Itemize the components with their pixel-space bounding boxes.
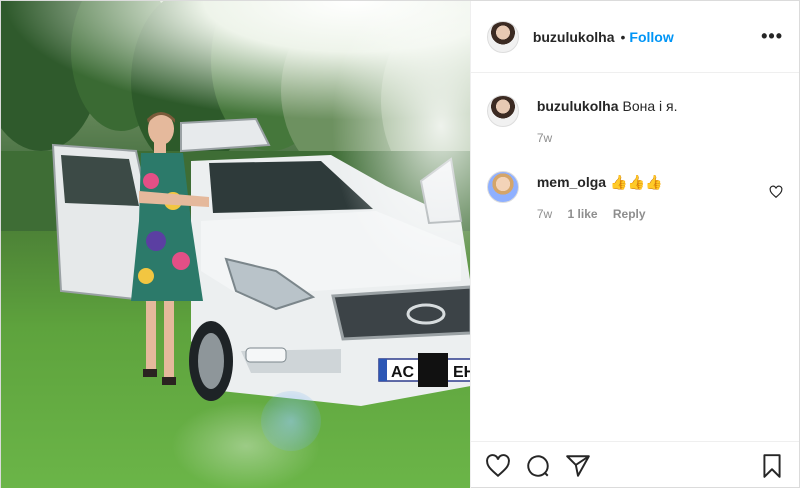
plate-censor-block bbox=[418, 353, 448, 387]
caption-time[interactable]: 7w bbox=[537, 131, 552, 145]
sun-glare bbox=[331, 1, 470, 291]
caption-text: Вона і я. bbox=[622, 98, 678, 114]
caption-username[interactable]: buzulukolha bbox=[537, 98, 619, 114]
person-image bbox=[131, 112, 209, 385]
comment-time[interactable]: 7w bbox=[537, 207, 552, 221]
post-photo[interactable]: AC EH bbox=[1, 1, 470, 488]
instagram-post: AC EH buzulukolha • Follow ••• buzulukol… bbox=[0, 0, 800, 488]
comment-icon[interactable] bbox=[525, 453, 551, 479]
comment-heart-icon[interactable] bbox=[769, 185, 783, 199]
plate-left-text: AC bbox=[391, 364, 415, 381]
comment-text: 👍👍👍 bbox=[610, 174, 663, 190]
author-username[interactable]: buzulukolha bbox=[533, 29, 615, 45]
caption: buzulukolha Вона і я. 7w bbox=[486, 89, 783, 147]
post-header: buzulukolha • Follow ••• bbox=[470, 1, 799, 73]
comments-section: buzulukolha Вона і я. 7w mem_olga 👍👍👍 7w 1… bbox=[471, 73, 799, 441]
avatar[interactable] bbox=[486, 20, 519, 53]
comment-username[interactable]: mem_olga bbox=[537, 174, 606, 190]
lens-flare bbox=[261, 391, 321, 451]
avatar[interactable] bbox=[486, 95, 519, 127]
more-options-icon[interactable]: ••• bbox=[761, 26, 783, 47]
header-separator: • bbox=[620, 28, 626, 45]
follow-button[interactable]: Follow bbox=[629, 29, 673, 45]
post-side-panel: buzulukolha • Follow ••• buzulukolha Вона… bbox=[469, 1, 799, 488]
heart-icon[interactable] bbox=[485, 453, 511, 479]
list-item: mem_olga 👍👍👍 7w 1 like Reply bbox=[486, 165, 783, 223]
plate-right-text: EH bbox=[453, 364, 470, 381]
bookmark-icon[interactable] bbox=[759, 453, 785, 479]
reply-button[interactable]: Reply bbox=[613, 207, 646, 221]
share-icon[interactable] bbox=[565, 453, 591, 479]
comment-likes[interactable]: 1 like bbox=[568, 207, 598, 221]
action-bar bbox=[470, 441, 799, 488]
avatar[interactable] bbox=[486, 171, 519, 203]
